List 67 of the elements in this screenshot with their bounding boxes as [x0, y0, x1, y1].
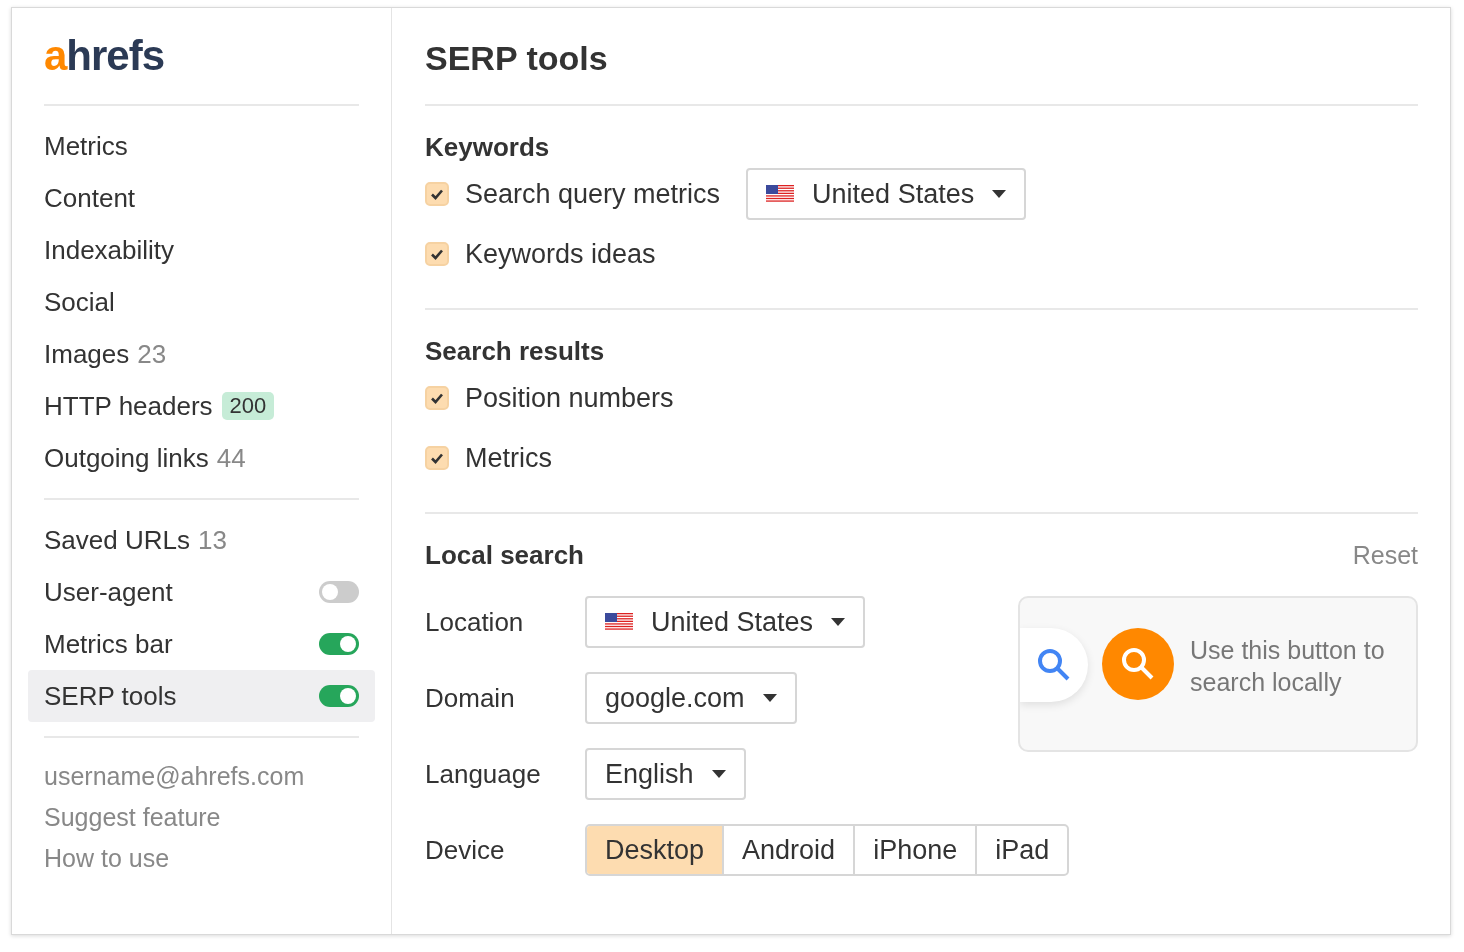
caret-icon [711, 770, 726, 778]
device-option[interactable]: Desktop [587, 826, 723, 874]
field-label: Device [425, 834, 506, 866]
footer-link[interactable]: Suggest feature [44, 803, 221, 832]
item-label: Metrics bar [44, 628, 173, 660]
sidebar-item[interactable]: SERP tools [28, 670, 375, 722]
device-option[interactable]: Android [722, 826, 854, 874]
item-label: Saved URLs [44, 524, 190, 556]
page-title: SERP tools [425, 38, 609, 78]
select-dropdown[interactable]: google.com [585, 672, 797, 724]
checkbox[interactable] [425, 446, 449, 470]
item-count: 44 [216, 442, 246, 474]
device-option[interactable]: iPad [975, 826, 1068, 874]
country-dropdown[interactable]: United States [746, 168, 1027, 220]
toggle-switch[interactable] [319, 685, 359, 707]
item-label: Content [44, 182, 136, 214]
field-label: Language [425, 758, 542, 790]
item-label: Indexability [44, 234, 175, 266]
hint-text: Use this button to search locally [1190, 635, 1386, 698]
sidebar-item[interactable]: Saved URLs 13 [28, 514, 375, 566]
section-heading: Keywords [425, 132, 551, 162]
sidebar-item[interactable]: Images 23 [28, 328, 375, 380]
select-dropdown[interactable]: English [585, 748, 746, 800]
checkbox[interactable] [425, 242, 449, 266]
item-label: SERP tools [44, 680, 177, 712]
sidebar-item[interactable]: HTTP headers 200 [28, 380, 375, 432]
toggle-switch[interactable] [319, 581, 359, 603]
footer-link[interactable]: username@ahrefs.com [44, 762, 305, 791]
checkbox[interactable] [425, 182, 449, 206]
sidebar-item[interactable]: Content [28, 172, 375, 224]
sidebar-item[interactable]: Metrics bar [28, 618, 375, 670]
search-icon [1036, 647, 1072, 683]
section-heading: Search results [425, 336, 606, 366]
item-label: Images [44, 338, 130, 370]
sidebar-item[interactable]: User-agent [28, 566, 375, 618]
field-label: Domain [425, 682, 516, 714]
item-count: 13 [197, 524, 227, 556]
logo: ahrefs [44, 36, 165, 76]
select-dropdown[interactable]: United States [585, 596, 866, 648]
item-label: Metrics [44, 130, 128, 162]
status-badge: 200 [221, 392, 275, 420]
item-count: 23 [137, 338, 167, 370]
device-option[interactable]: iPhone [853, 826, 976, 874]
caret-icon [762, 694, 777, 702]
checkbox-label: Keywords ideas [465, 238, 656, 270]
sidebar-item[interactable]: Metrics [28, 120, 375, 172]
section-heading: Local search [425, 540, 584, 570]
caret-icon [831, 618, 846, 626]
reset-link[interactable]: Reset [1352, 540, 1418, 570]
checkbox[interactable] [425, 386, 449, 410]
item-label: Outgoing links [44, 442, 209, 474]
checkbox-label: Search query metrics [465, 178, 721, 210]
caret-icon [992, 190, 1007, 198]
item-label: Social [44, 286, 115, 318]
item-label: HTTP headers [44, 390, 213, 422]
item-label: User-agent [44, 576, 173, 608]
search-button[interactable] [1020, 628, 1088, 702]
footer-link[interactable]: How to use [44, 844, 170, 873]
checkbox-label: Metrics [465, 442, 552, 474]
sidebar-item[interactable]: Social [28, 276, 375, 328]
toggle-switch[interactable] [319, 633, 359, 655]
us-flag-icon [766, 185, 795, 203]
field-label: Location [425, 606, 525, 638]
search-icon [1120, 646, 1156, 682]
checkbox-label: Position numbers [465, 382, 674, 414]
sidebar-item[interactable]: Indexability [28, 224, 375, 276]
sidebar-item[interactable]: Outgoing links 44 [28, 432, 375, 484]
